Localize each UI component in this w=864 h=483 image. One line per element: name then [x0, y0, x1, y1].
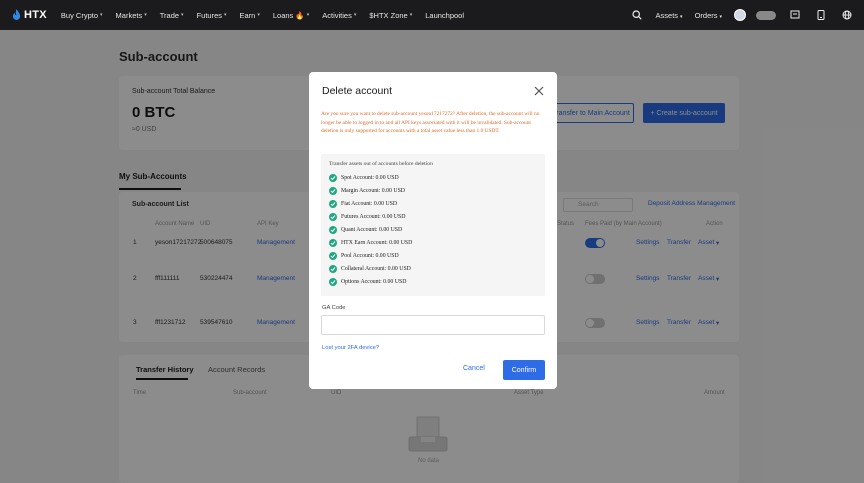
logo-text: HTX	[24, 9, 47, 21]
asset-row: Collateral Account: 0.00 USD	[329, 265, 411, 273]
confirm-button[interactable]: Confirm	[503, 360, 545, 380]
nav-item-label: Markets	[115, 10, 143, 20]
chevron-down-icon: ▾	[680, 13, 683, 20]
asset-row: Options Account: 0.00 USD	[329, 278, 406, 286]
nav-item[interactable]: Loans 🔥 ▾	[273, 11, 309, 20]
htx-logo[interactable]: HTX	[12, 9, 47, 21]
check-circle-icon	[329, 239, 337, 247]
nav-item[interactable]: Futures ▾	[197, 11, 227, 20]
asset-row: Margin Account: 0.00 USD	[329, 187, 405, 195]
orders-menu[interactable]: Orders ▾	[695, 11, 722, 20]
globe-icon[interactable]	[840, 8, 854, 22]
asset-label: Futures Account: 0.00 USD	[341, 214, 406, 220]
cancel-button[interactable]: Cancel	[463, 365, 485, 372]
search-icon[interactable]	[630, 8, 644, 22]
asset-row: Quant Account: 0.00 USD	[329, 226, 402, 234]
asset-row: Futures Account: 0.00 USD	[329, 213, 405, 221]
chevron-down-icon: ▾	[409, 12, 413, 18]
chevron-down-icon: ▾	[100, 12, 103, 18]
asset-label: Margin Account: 0.00 USD	[341, 188, 405, 194]
nav-item[interactable]: Buy Crypto ▾	[61, 11, 103, 20]
assets-menu[interactable]: Assets ▾	[656, 11, 683, 20]
check-circle-icon	[329, 187, 337, 195]
theme-toggle[interactable]	[756, 10, 776, 20]
asset-label: Fiat Account: 0.00 USD	[341, 201, 398, 207]
check-circle-icon	[329, 213, 337, 221]
message-icon[interactable]	[788, 8, 802, 22]
nav-item[interactable]: Markets ▾	[116, 11, 147, 20]
nav-item[interactable]: Activities ▾	[322, 11, 356, 20]
download-icon[interactable]	[814, 8, 828, 22]
avatar[interactable]	[734, 9, 746, 21]
asset-row: Spot Account: 0.00 USD	[329, 174, 399, 182]
chevron-down-icon: ▾	[181, 12, 184, 18]
check-circle-icon	[329, 226, 337, 234]
chevron-down-icon: ▾	[257, 12, 260, 18]
check-circle-icon	[329, 278, 337, 286]
ga-code-input[interactable]	[321, 315, 545, 335]
chevron-down-icon: ▾	[719, 13, 722, 20]
asset-row: HTX Earn Account: 0.00 USD	[329, 239, 412, 247]
nav-item-label: Futures	[196, 10, 222, 20]
chevron-down-icon: ▾	[144, 12, 147, 18]
top-nav: HTX Buy Crypto ▾ Markets ▾ Trade ▾ Futures ▾ Ear…	[0, 0, 864, 30]
chevron-down-icon: ▾	[224, 12, 227, 18]
lost-2fa-link[interactable]: Lost your 2FA device?	[322, 345, 379, 351]
chevron-down-icon: ▾	[306, 12, 310, 18]
nav-item[interactable]: Trade ▾	[160, 11, 184, 20]
nav-item-label: $HTX Zone	[369, 10, 408, 20]
asset-label: Pool Account: 0.00 USD	[341, 253, 399, 259]
nav-item-label: Launchpool	[425, 10, 465, 20]
ga-code-label: GA Code	[322, 305, 346, 311]
asset-label: Quant Account: 0.00 USD	[341, 227, 403, 233]
delete-warning-text: Are you sure you want to delete sub-acco…	[321, 111, 540, 135]
nav-item-label: Earn	[239, 10, 256, 20]
asset-label: Spot Account: 0.00 USD	[341, 175, 399, 181]
delete-account-modal: Delete account Are you sure you want to …	[309, 72, 557, 389]
assets-label: Assets	[655, 10, 679, 20]
flame-logo-icon	[12, 9, 21, 20]
asset-row: Pool Account: 0.00 USD	[329, 252, 399, 260]
asset-label: Options Account: 0.00 USD	[341, 279, 407, 285]
asset-label: HTX Earn Account: 0.00 USD	[341, 240, 413, 246]
nav-item-label: Activities	[322, 10, 352, 20]
asset-label: Collateral Account: 0.00 USD	[341, 266, 411, 272]
nav-item[interactable]: Earn ▾	[240, 11, 260, 20]
modal-title: Delete account	[322, 85, 393, 97]
nav-item-label: Trade	[159, 10, 180, 20]
nav-item[interactable]: $HTX Zone ▾	[369, 11, 412, 20]
check-circle-icon	[329, 252, 337, 260]
nav-item[interactable]: Launchpool	[425, 11, 464, 20]
asset-row: Fiat Account: 0.00 USD	[329, 200, 397, 208]
check-circle-icon	[329, 174, 337, 182]
orders-label: Orders	[694, 10, 718, 20]
nav-item-label: Loans 🔥	[272, 10, 305, 20]
close-icon[interactable]	[533, 85, 545, 97]
nav-item-label: Buy Crypto	[60, 10, 99, 20]
chevron-down-icon: ▾	[353, 12, 357, 18]
check-circle-icon	[329, 200, 337, 208]
check-circle-icon	[329, 265, 337, 273]
assets-title: Transfer assets out of accounts before d…	[329, 161, 433, 167]
